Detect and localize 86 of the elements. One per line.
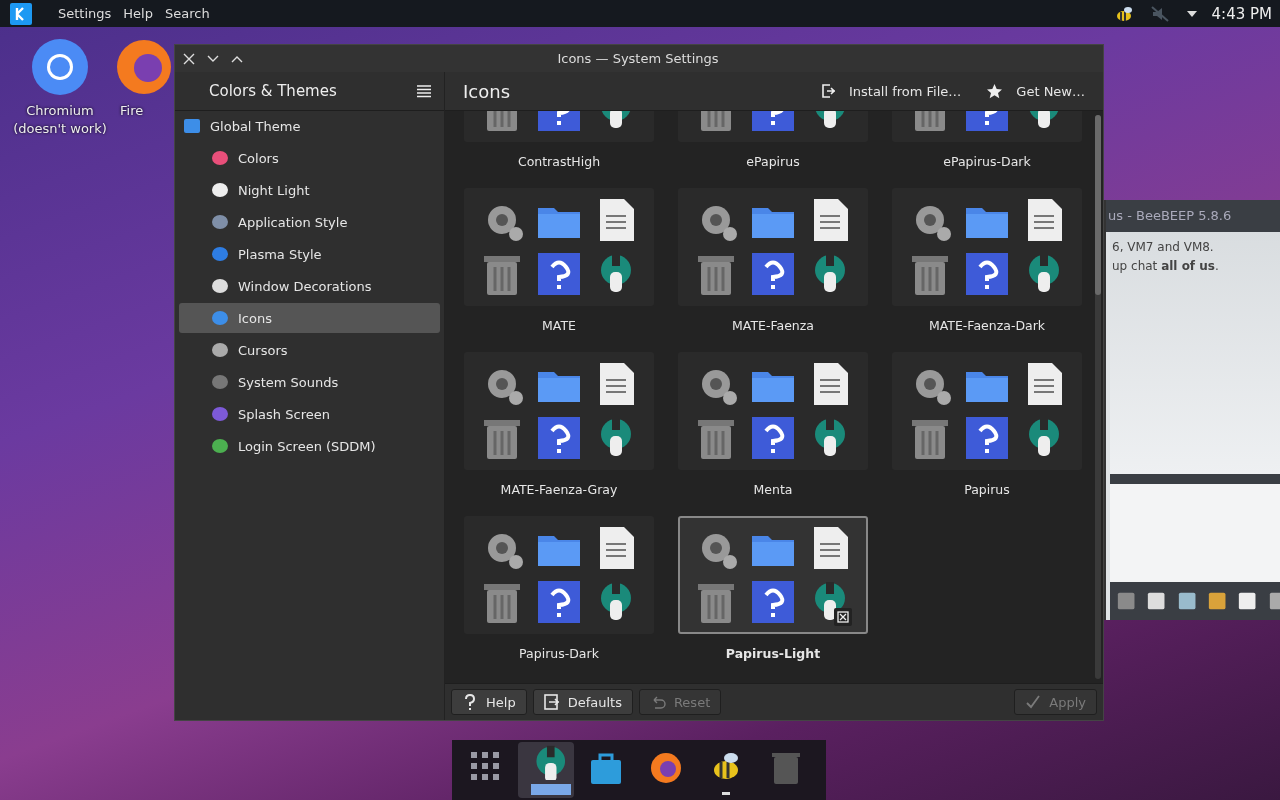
toolbar-icon[interactable] bbox=[1237, 590, 1258, 612]
theme-preview[interactable] bbox=[678, 516, 868, 634]
theme-name: ContrastHigh bbox=[517, 154, 601, 169]
window-title: Icons — System Settings bbox=[556, 51, 720, 66]
category-icon bbox=[211, 213, 229, 231]
category-icon bbox=[211, 341, 229, 359]
theme-name: MATE-Faenza bbox=[732, 318, 814, 333]
sidebar-item[interactable]: Colors bbox=[179, 143, 440, 173]
toolbar-icon[interactable] bbox=[1207, 590, 1228, 612]
footer-button[interactable]: Help bbox=[451, 689, 527, 715]
sidebar-item[interactable]: Window Decorations bbox=[179, 271, 440, 301]
clock[interactable]: 4:43 PM bbox=[1211, 4, 1272, 23]
sidebar-item[interactable]: Cursors bbox=[179, 335, 440, 365]
running-indicator bbox=[531, 784, 571, 795]
dock-item[interactable] bbox=[518, 742, 574, 798]
close-icon[interactable] bbox=[183, 52, 195, 65]
page-title: Icons bbox=[463, 80, 510, 102]
window-title: us - BeeBEEP 5.8.6 bbox=[1106, 200, 1280, 232]
sidebar-item[interactable]: Login Screen (SDDM) bbox=[179, 431, 440, 461]
running-indicator bbox=[722, 792, 730, 795]
star-icon bbox=[987, 83, 1003, 99]
theme-preview-icon bbox=[535, 250, 583, 298]
theme-preview-icon bbox=[749, 578, 797, 626]
theme-preview[interactable] bbox=[892, 352, 1082, 470]
sidebar-item[interactable]: Application Style bbox=[179, 207, 440, 237]
category-icon bbox=[211, 309, 229, 327]
sidebar-title: Colors & Themes bbox=[209, 82, 337, 100]
theme-name: ePapirus bbox=[746, 154, 800, 169]
category-icon bbox=[211, 149, 229, 167]
theme-preview[interactable] bbox=[464, 188, 654, 306]
category-icon bbox=[211, 245, 229, 263]
theme-name: Papirus-Dark bbox=[519, 646, 599, 661]
theme-name: ePapirus-Dark bbox=[943, 154, 1031, 169]
footer-button[interactable]: Defaults bbox=[532, 689, 633, 715]
menu-icon[interactable] bbox=[417, 84, 431, 98]
help-icon bbox=[462, 694, 478, 710]
import-icon bbox=[820, 84, 835, 98]
theme-preview[interactable] bbox=[678, 352, 868, 470]
toolbar-icon[interactable] bbox=[1146, 590, 1167, 612]
sidebar-item[interactable]: Plasma Style bbox=[179, 239, 440, 269]
category-icon bbox=[211, 277, 229, 295]
sidebar-item[interactable]: Global Theme bbox=[179, 111, 440, 141]
check-icon bbox=[1025, 694, 1042, 710]
toolbar-button[interactable]: Get New… bbox=[979, 79, 1093, 103]
browser-icon[interactable] bbox=[31, 38, 89, 96]
remove-icon[interactable] bbox=[834, 608, 852, 626]
theme-name: MATE-Faenza-Dark bbox=[928, 318, 1046, 333]
desktop-icon-label[interactable]: Fire bbox=[120, 102, 144, 120]
kde-logo-icon[interactable] bbox=[10, 2, 32, 25]
theme-preview-icon bbox=[535, 414, 583, 462]
category-icon bbox=[211, 181, 229, 199]
chat-message: up chat all of us. bbox=[1112, 258, 1220, 275]
scrollbar[interactable] bbox=[1095, 115, 1101, 679]
theme-name: MATE-Faenza-Gray bbox=[500, 482, 618, 497]
theme-name: Papirus bbox=[964, 482, 1010, 497]
sidebar-item[interactable]: Night Light bbox=[179, 175, 440, 205]
chat-message: 6, VM7 and VM8. bbox=[1112, 239, 1215, 256]
theme-preview-icon bbox=[963, 250, 1011, 298]
theme-preview[interactable] bbox=[464, 352, 654, 470]
category-icon bbox=[211, 437, 229, 455]
theme-preview[interactable] bbox=[892, 188, 1082, 306]
theme-name: Menta bbox=[753, 482, 793, 497]
defaults-icon bbox=[543, 694, 560, 710]
theme-preview-icon bbox=[749, 250, 797, 298]
caret-icon[interactable] bbox=[1185, 9, 1198, 18]
sidebar-item[interactable]: Splash Screen bbox=[179, 399, 440, 429]
sidebar-item[interactable]: System Sounds bbox=[179, 367, 440, 397]
category-icon bbox=[183, 117, 201, 135]
theme-preview-icon bbox=[963, 414, 1011, 462]
toolbar-icon[interactable] bbox=[1176, 590, 1197, 612]
toolbar-button[interactable]: Install from File… bbox=[812, 79, 970, 103]
theme-name: Papirus-Light bbox=[725, 646, 821, 661]
menu-item[interactable]: Help bbox=[117, 6, 159, 21]
theme-preview-icon bbox=[535, 578, 583, 626]
desktop-icon-label[interactable]: Chromium (doesn't work) bbox=[10, 102, 110, 138]
category-icon bbox=[211, 373, 229, 391]
scrollbar-thumb[interactable] bbox=[1095, 115, 1101, 295]
message-input[interactable] bbox=[1110, 483, 1280, 582]
menu-item[interactable]: Search bbox=[158, 6, 216, 21]
theme-preview[interactable] bbox=[464, 516, 654, 634]
theme-preview[interactable] bbox=[678, 188, 868, 306]
theme-name: MATE bbox=[542, 318, 576, 333]
category-icon bbox=[211, 405, 229, 423]
sidebar-item[interactable]: Icons bbox=[179, 303, 440, 333]
theme-preview-icon bbox=[749, 414, 797, 462]
menu-item[interactable]: Settings bbox=[52, 6, 118, 21]
